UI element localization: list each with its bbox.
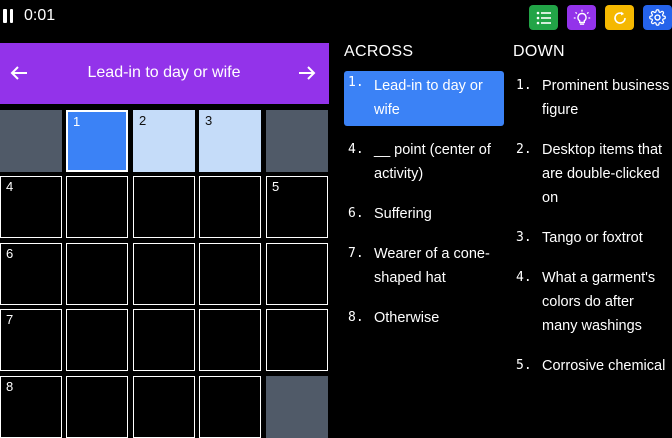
across-clue-item[interactable]: 4. __ point (center of activity) bbox=[344, 138, 504, 186]
grid-cell[interactable] bbox=[133, 309, 195, 371]
grid-cell[interactable]: 2 bbox=[133, 110, 195, 172]
clue-text: Otherwise bbox=[374, 310, 440, 326]
clue-text: Lead-in to day or wife bbox=[374, 78, 483, 118]
across-clue-item[interactable]: 7. Wearer of a cone-shaped hat bbox=[344, 242, 504, 290]
clue-text: What a garment's colors do after many wa… bbox=[542, 270, 656, 334]
grid-block-cell bbox=[266, 110, 328, 172]
timer: 0:01 bbox=[24, 7, 56, 24]
clue-list-button[interactable] bbox=[529, 5, 558, 30]
arrow-left-icon bbox=[10, 66, 27, 80]
grid-cell[interactable]: 6 bbox=[0, 243, 62, 305]
lightbulb-icon bbox=[573, 9, 590, 25]
top-bar: 0:01 bbox=[0, 0, 672, 34]
clue-text: Desktop items that are double-clicked on bbox=[542, 142, 663, 206]
clue-text: Corrosive chemical bbox=[542, 358, 666, 374]
grid-cell[interactable] bbox=[266, 243, 328, 305]
cell-number: 5 bbox=[272, 179, 280, 194]
arrow-right-icon bbox=[299, 66, 316, 80]
reset-icon bbox=[613, 11, 626, 24]
clue-text: Wearer of a cone-shaped hat bbox=[374, 246, 490, 286]
grid-cell[interactable] bbox=[66, 309, 128, 371]
clue-text: __ point (center of activity) bbox=[374, 142, 491, 182]
grid-cell[interactable] bbox=[66, 243, 128, 305]
clue-text: Suffering bbox=[374, 206, 432, 222]
grid-cell[interactable] bbox=[266, 309, 328, 371]
down-clue-item[interactable]: 1. Prominent business figure bbox=[516, 74, 672, 122]
clue-number: 5. bbox=[516, 358, 532, 373]
across-clue-item[interactable]: 1. Lead-in to day or wife bbox=[344, 71, 504, 126]
cell-number: 2 bbox=[139, 113, 147, 128]
clue-number: 4. bbox=[516, 270, 532, 285]
grid-cell[interactable] bbox=[133, 176, 195, 238]
across-clue-item[interactable]: 8. Otherwise bbox=[344, 306, 504, 330]
pause-icon[interactable] bbox=[3, 9, 13, 23]
settings-button[interactable] bbox=[643, 5, 672, 30]
grid-cell[interactable]: 5 bbox=[266, 176, 328, 238]
clue-number: 1. bbox=[516, 78, 532, 93]
current-clue-bar: Lead-in to day or wife bbox=[0, 43, 329, 104]
clue-number: 6. bbox=[348, 206, 364, 221]
grid-cell[interactable]: 8 bbox=[0, 376, 62, 438]
across-clue-item[interactable]: 6. Suffering bbox=[344, 202, 504, 226]
grid-cell[interactable] bbox=[133, 243, 195, 305]
previous-clue-button[interactable] bbox=[8, 60, 30, 86]
grid-cell[interactable]: 4 bbox=[0, 176, 62, 238]
clue-number: 1. bbox=[348, 75, 364, 90]
grid-cell[interactable] bbox=[199, 309, 261, 371]
down-clue-item[interactable]: 4. What a garment's colors do after many … bbox=[516, 266, 672, 338]
down-clue-item[interactable]: 5. Corrosive chemical bbox=[516, 354, 672, 378]
clue-number: 7. bbox=[348, 246, 364, 261]
down-clue-item[interactable]: 3. Tango or foxtrot bbox=[516, 226, 672, 250]
grid-cell[interactable]: 7 bbox=[0, 309, 62, 371]
grid-cell[interactable] bbox=[199, 176, 261, 238]
cell-number: 3 bbox=[205, 113, 213, 128]
down-clue-item[interactable]: 2. Desktop items that are double-clicked … bbox=[516, 138, 672, 210]
down-heading: DOWN bbox=[513, 43, 565, 60]
grid-cell[interactable] bbox=[199, 376, 261, 438]
grid-cell[interactable] bbox=[133, 376, 195, 438]
gear-icon bbox=[649, 9, 666, 26]
list-icon bbox=[536, 11, 551, 24]
grid-cell[interactable]: 3 bbox=[199, 110, 261, 172]
clue-text: Tango or foxtrot bbox=[542, 230, 643, 246]
clue-number: 4. bbox=[348, 142, 364, 157]
hint-button[interactable] bbox=[567, 5, 596, 30]
grid-cell[interactable]: 1 bbox=[66, 110, 128, 172]
grid-cell[interactable] bbox=[199, 243, 261, 305]
grid-cell[interactable] bbox=[66, 376, 128, 438]
cell-number: 7 bbox=[6, 312, 14, 327]
clue-number: 2. bbox=[516, 142, 532, 157]
grid-block-cell bbox=[266, 376, 328, 438]
cell-number: 1 bbox=[73, 114, 81, 129]
clue-text: Prominent business figure bbox=[542, 78, 670, 118]
clue-number: 3. bbox=[516, 230, 532, 245]
grid-cell[interactable] bbox=[66, 176, 128, 238]
crossword-grid: 1 2 3 4 5 6 7 8 bbox=[0, 110, 330, 438]
cell-number: 6 bbox=[6, 246, 14, 261]
cell-number: 4 bbox=[6, 179, 14, 194]
grid-block-cell bbox=[0, 110, 62, 172]
across-heading: ACROSS bbox=[344, 43, 414, 60]
reset-button[interactable] bbox=[605, 5, 634, 30]
cell-number: 8 bbox=[6, 379, 14, 394]
clue-number: 8. bbox=[348, 310, 364, 325]
next-clue-button[interactable] bbox=[296, 60, 318, 86]
current-clue-text: Lead-in to day or wife bbox=[87, 64, 241, 81]
